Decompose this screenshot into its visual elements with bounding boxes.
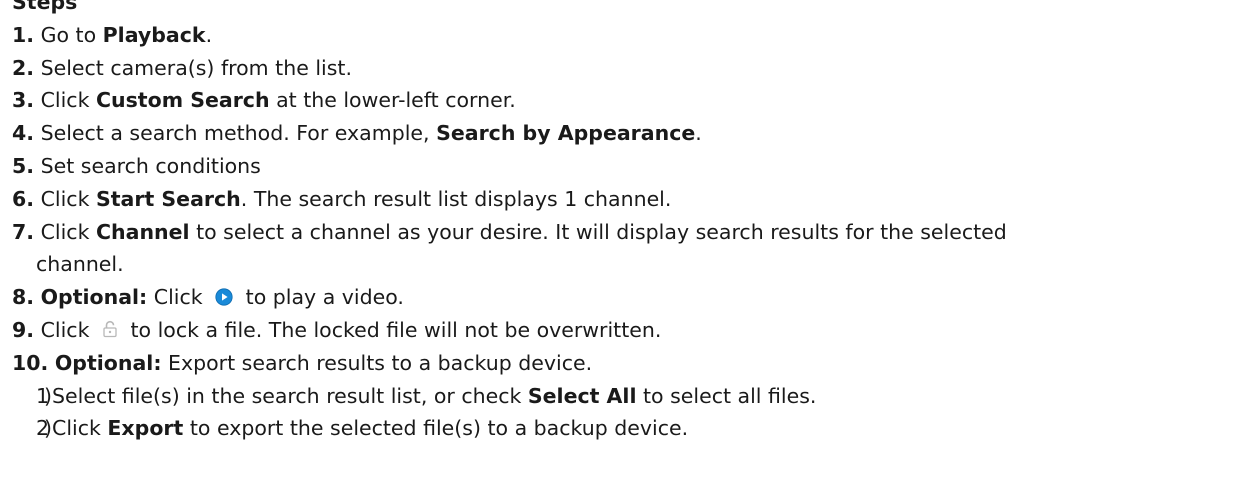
step-text: Click [40, 88, 96, 113]
substep-number: 1) [36, 383, 52, 408]
step-text: at the lower-left corner. [269, 88, 516, 113]
step-text: Select camera(s) from the list. [40, 55, 352, 80]
substep-text: to export the selected file(s) to a back… [183, 416, 689, 441]
step-10: 10. Optional: Export search results to a… [12, 347, 1232, 380]
step-text: Click [40, 219, 96, 244]
step-text: to lock a file. The locked file will not… [123, 317, 662, 342]
optional-label: Optional: [54, 350, 162, 375]
step-number: 8. [12, 285, 35, 310]
lock-icon [102, 320, 118, 338]
step-1: 1. Go to Playback. [12, 19, 1232, 52]
substep-text: Click [52, 416, 108, 441]
step-7: 7. Click Channel to select a channel as … [12, 216, 1232, 249]
step-number: 10. [12, 350, 49, 375]
steps-heading: Steps [12, 0, 78, 14]
step-text: channel. [36, 252, 124, 277]
step-number: 4. [12, 121, 35, 146]
substep-bold-term: Export [107, 416, 184, 441]
step-bold-term: Playback [102, 22, 206, 47]
step-text: . [205, 22, 213, 47]
step-2: 2. Select camera(s) from the list. [12, 52, 1232, 85]
step-text: to select a channel as your desire. It w… [189, 219, 1007, 244]
step-bold-term: Start Search [95, 186, 241, 211]
step-5: 5. Set search conditions [12, 150, 1232, 183]
step-8: 8. Optional: Click to play a video. [12, 281, 1232, 314]
step-number: 1. [12, 22, 35, 47]
substep-bold-term: Select All [527, 383, 637, 408]
step-3: 3. Click Custom Search at the lower-left… [12, 84, 1232, 117]
step-number: 5. [12, 153, 35, 178]
substep-text: to select all files. [636, 383, 817, 408]
steps-header: Steps [12, 0, 1232, 19]
optional-label: Optional: [40, 285, 148, 310]
step-bold-term: Custom Search [95, 88, 270, 113]
step-9: 9. Click to lock a file. The locked file… [12, 314, 1232, 347]
step-text: Go to [40, 22, 103, 47]
step-bold-term: Search by Appearance [436, 121, 696, 146]
step-number: 6. [12, 186, 35, 211]
step-text: . [695, 121, 702, 146]
step-text: Select a search method. For example, [40, 121, 437, 146]
step-text: Click [40, 317, 96, 342]
step-number: 2. [12, 55, 35, 80]
step-bold-term: Channel [95, 219, 190, 244]
substep-2: 2) Click Export to export the selected fi… [12, 412, 1232, 445]
step-text: to play a video. [239, 285, 404, 310]
step-text: Click [40, 186, 96, 211]
step-text: Set search conditions [40, 153, 261, 178]
step-4: 4. Select a search method. For example, … [12, 117, 1232, 150]
steps-list: Steps 1. Go to Playback. 2. Select camer… [12, 0, 1232, 445]
step-6: 6. Click Start Search. The search result… [12, 183, 1232, 216]
step-text: . The search result list displays 1 chan… [240, 186, 672, 211]
substep-number: 2) [36, 416, 52, 441]
play-icon [215, 288, 233, 306]
step-number: 9. [12, 317, 35, 342]
step-text: Click [147, 285, 210, 310]
step-number: 7. [12, 219, 35, 244]
substep-text: Select file(s) in the search result list… [52, 383, 528, 408]
step-7-continuation: channel. [12, 248, 1232, 281]
substep-1: 1) Select file(s) in the search result li… [12, 380, 1232, 413]
step-text: Export search results to a backup device… [161, 350, 593, 375]
step-number: 3. [12, 88, 35, 113]
